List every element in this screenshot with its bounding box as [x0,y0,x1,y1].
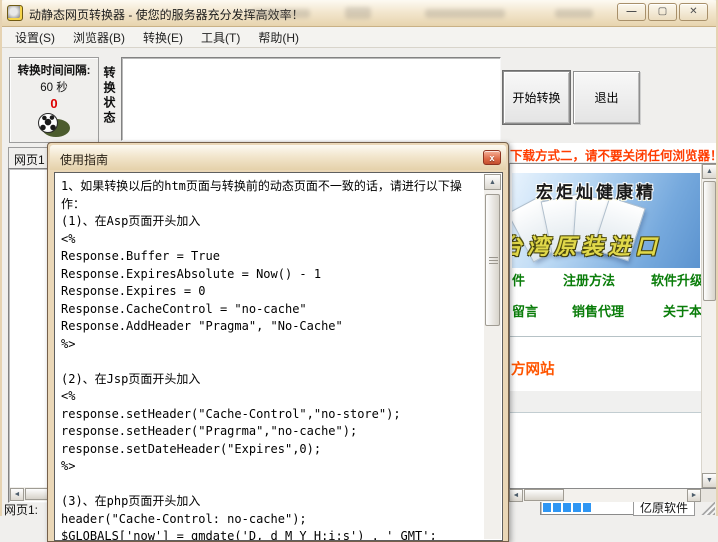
guide-line: 作： [61,196,478,214]
football-icon [36,113,72,139]
menubar: 设置(S) 浏览器(B) 转换(E) 工具(T) 帮助(H) [2,27,716,48]
status-vertical-label: 转换状态 [101,66,118,152]
window-border [0,0,2,516]
scroll-up-icon[interactable]: ▲ [484,174,501,190]
progress-bar [540,500,634,515]
guide-line: response.setHeader("Pragrma","no-cache")… [61,423,478,441]
menu-tools[interactable]: 工具(T) [192,27,249,48]
soccer-ball-icon [38,113,58,133]
browser-vscrollbar[interactable]: ▲ ▼ [701,164,716,488]
scroll-left-icon[interactable]: ◄ [509,489,523,502]
browser-content: 宏炬灿健康精 台湾原装进口 件 注册方法 软件升级 留言 销售代理 关于本 方网… [510,164,701,488]
divider [510,336,701,337]
guide-line: <% [61,231,478,249]
guide-line: Response.AddHeader "Pragma", "No-Cache" [61,318,478,336]
progress-block [543,503,551,512]
interval-label: 转换时间间隔: [18,62,91,78]
guide-line: (3)、在php页面开头加入 [61,493,478,511]
guide-line: 1、如果转换以后的htm页面与转换前的动态页面不一致的话，请进行以下操 [61,178,478,196]
scrollbar-corner [701,489,716,502]
minimize-button[interactable]: — [617,3,646,21]
page-band [510,391,701,413]
guide-line: Response.ExpiresAbsolute = Now() - 1 [61,266,478,284]
guide-line [61,476,478,494]
guide-line: Response.CacheControl = "no-cache" [61,301,478,319]
progress-block [563,503,571,512]
user-guide-dialog: 使用指南 x 1、如果转换以后的htm页面与转换前的动态页面不一致的话，请进行以… [47,142,509,542]
guide-line: response.setDateHeader("Expires",0); [61,441,478,459]
embedded-browser[interactable]: 宏炬灿健康精 台湾原装进口 件 注册方法 软件升级 留言 销售代理 关于本 方网… [509,163,716,489]
statusbar-page-label: 网页1: [4,501,38,518]
guide-line: <% [61,388,478,406]
titlebar-artifact [555,9,593,18]
guide-line: (1)、在Asp页面开头加入 [61,213,478,231]
dialog-title: 使用指南 [60,151,108,168]
scroll-thumb[interactable] [524,489,564,501]
banner-subline: 台湾原装进口 [512,229,662,261]
browser-hscrollbar[interactable]: ◄ ► [509,489,701,502]
thumb-grip-icon [489,257,498,264]
start-conversion-button[interactable]: 开始转换 [503,71,570,124]
guide-line: Response.Buffer = True [61,248,478,266]
guide-line [61,353,478,371]
ad-banner[interactable]: 宏炬灿健康精 台湾原装进口 [512,173,700,268]
close-button[interactable]: ✕ [679,3,708,21]
guide-line: response.setHeader("Cache-Control","no-s… [61,406,478,424]
exit-button[interactable]: 退出 [573,71,640,124]
titlebar-artifact [345,7,371,19]
guide-line: (2)、在Jsp页面开头加入 [61,371,478,389]
menu-help[interactable]: 帮助(H) [249,27,308,48]
conversion-status-box [121,57,501,141]
link-sales-agent[interactable]: 销售代理 [572,301,624,320]
titlebar[interactable]: 动静态网页转换器 - 使您的服务器充分发挥高效率！ [0,0,718,27]
progress-block [553,503,561,512]
dialog-close-button[interactable]: x [483,150,501,165]
maximize-button[interactable]: ▢ [648,3,677,21]
window-controls: — ▢ ✕ [617,3,708,21]
official-site-text[interactable]: 方网站 [511,358,555,379]
scroll-left-icon[interactable]: ◄ [10,488,24,501]
guide-line: %> [61,458,478,476]
guide-line: %> [61,336,478,354]
download-notice: 下载方式二，请不要关闭任何浏览器！ [510,143,716,162]
progress-block [583,503,591,512]
interval-groupbox: 转换时间间隔: 60 秒 0 [9,57,99,143]
menu-browser[interactable]: 浏览器(B) [64,27,134,48]
banner-headline: 宏炬灿健康精 [536,178,656,203]
scroll-up-icon[interactable]: ▲ [702,164,716,179]
titlebar-artifact [425,9,505,18]
dialog-content: 1、如果转换以后的htm页面与转换前的动态页面不一致的话，请进行以下操作：(1)… [54,172,503,541]
menu-settings[interactable]: 设置(S) [6,27,64,48]
scroll-down-icon[interactable]: ▼ [702,473,716,488]
scroll-thumb[interactable] [485,194,500,326]
titlebar-artifact [252,9,310,18]
resize-grip-icon[interactable] [701,501,715,515]
app-icon [7,5,23,21]
link-register-method[interactable]: 注册方法 [563,270,615,289]
link-software-upgrade[interactable]: 软件升级 [651,270,701,289]
dialog-titlebar[interactable]: 使用指南 x [50,145,506,170]
guide-line: header("Cache-Control: no-cache"); [61,511,478,529]
interval-value: 60 秒 [40,79,68,95]
menu-convert[interactable]: 转换(E) [134,27,192,48]
guide-line: Response.Expires = 0 [61,283,478,301]
dialog-vscrollbar[interactable]: ▲ [484,174,501,539]
link-partial-left[interactable]: 件 [512,270,525,289]
conversion-counter: 0 [50,96,57,111]
guide-text: 1、如果转换以后的htm页面与转换前的动态页面不一致的话，请进行以下操作：(1)… [61,178,478,541]
link-message[interactable]: 留言 [512,301,538,320]
link-about[interactable]: 关于本 [663,301,701,320]
progress-block [573,503,581,512]
guide-line: $GLOBALS['now'] = gmdate('D, d M Y H:i:s… [61,528,478,541]
scroll-thumb[interactable] [703,181,716,301]
scroll-right-icon[interactable]: ► [687,489,701,502]
